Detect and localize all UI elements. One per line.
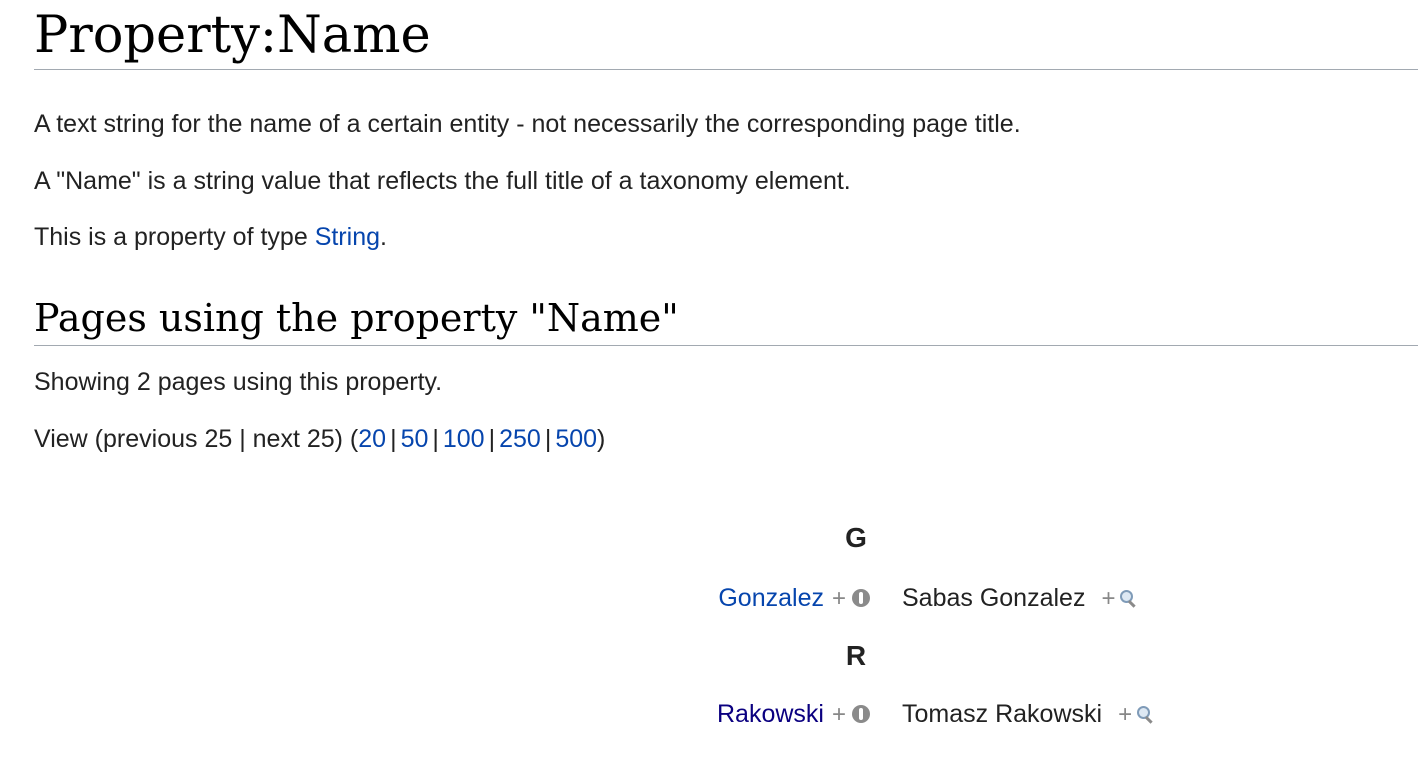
limit-50-link[interactable]: 50 bbox=[401, 425, 429, 453]
limit-250-link[interactable]: 250 bbox=[499, 425, 541, 453]
showing-count: Showing 2 pages using this property. bbox=[34, 368, 443, 397]
limit-separator: | bbox=[488, 424, 496, 453]
value-entry: Sabas Gonzalez + bbox=[902, 584, 1137, 613]
type-prefix: This is a property of type bbox=[34, 223, 315, 251]
limit-100-link[interactable]: 100 bbox=[443, 425, 485, 453]
plus-sign: + bbox=[1118, 701, 1133, 728]
value-entry: Tomasz Rakowski + bbox=[902, 700, 1154, 729]
type-suffix: . bbox=[380, 223, 387, 251]
list-item: Rakowski + Tomasz Rakowski + bbox=[34, 700, 1418, 732]
view-limits: View (previous 25 | next 25) (20 | 50 | 100 |… bbox=[34, 423, 1418, 456]
plus-sign: + bbox=[831, 701, 846, 728]
plus-sign: + bbox=[1101, 585, 1116, 612]
search-icon[interactable] bbox=[1119, 589, 1137, 607]
limit-separator: | bbox=[432, 424, 439, 453]
property-value: Sabas Gonzalez bbox=[902, 584, 1086, 612]
description-line-1: A text string for the name of a certain … bbox=[34, 110, 1021, 138]
property-type-line: This is a property of type String. bbox=[34, 221, 1418, 254]
page-content: Property:Name A text string for the name… bbox=[34, 0, 1418, 728]
view-prefix: View (previous 25 | next 25) ( bbox=[34, 424, 359, 453]
group-letter-r: R bbox=[845, 640, 867, 671]
view-suffix: ) bbox=[597, 424, 606, 453]
browse-icon[interactable] bbox=[852, 589, 870, 607]
page-entry: Gonzalez + bbox=[718, 584, 870, 613]
description-line-2: A "Name" is a string value that reflects… bbox=[34, 166, 851, 195]
group-letter-g: G bbox=[845, 522, 867, 553]
browse-icon[interactable] bbox=[852, 705, 870, 723]
page-title: Property:Name bbox=[34, 0, 1418, 70]
section-heading: Pages using the property "Name" bbox=[34, 297, 1418, 347]
property-value: Tomasz Rakowski bbox=[902, 700, 1103, 728]
limit-separator: | bbox=[390, 424, 397, 453]
type-string-link[interactable]: String bbox=[315, 223, 380, 251]
limit-20-link[interactable]: 20 bbox=[358, 425, 386, 453]
limit-500-link[interactable]: 500 bbox=[555, 425, 597, 453]
list-item: Gonzalez + Sabas Gonzalez + bbox=[34, 584, 1418, 616]
search-icon[interactable] bbox=[1136, 705, 1154, 723]
page-link-gonzalez[interactable]: Gonzalez bbox=[718, 584, 824, 612]
limit-separator: | bbox=[544, 424, 552, 453]
plus-sign: + bbox=[831, 585, 846, 612]
page-entry: Rakowski + bbox=[717, 700, 870, 729]
page-link-rakowski[interactable]: Rakowski bbox=[717, 700, 824, 728]
